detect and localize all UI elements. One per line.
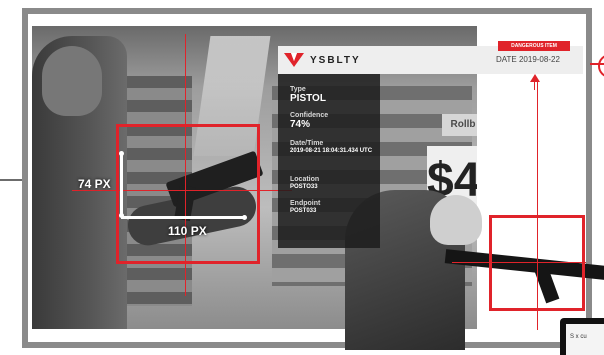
measure-dot-right: [242, 215, 247, 220]
field-location-value: POSTO33: [290, 184, 318, 190]
soldier-helmet: [430, 195, 482, 245]
detection-box-rifle[interactable]: [489, 215, 585, 311]
field-confidence-label: Confidence: [290, 112, 329, 119]
arrow-up-icon: [530, 74, 540, 82]
field-type: Type PISTOL: [290, 86, 326, 104]
v-logo-icon: [284, 53, 304, 67]
field-confidence-value: 74%: [290, 119, 311, 130]
field-location-label: Location: [290, 176, 320, 183]
callout-lead-line: [0, 179, 24, 181]
alert-tag[interactable]: DANGEROUS ITEM: [498, 41, 570, 51]
field-endpoint: Endpoint POST033: [290, 200, 320, 215]
width-measure-label: 110 PX: [168, 224, 207, 238]
header-date: DATE 2019-08-22: [496, 55, 560, 64]
measure-dot-top: [119, 151, 124, 156]
height-measure-line: [120, 154, 123, 216]
field-datetime-label: Date/Time: [290, 140, 324, 147]
field-endpoint-value: POST033: [290, 208, 317, 214]
field-datetime: Date/Time 2019-08-21 18:04:31.434 UTC: [290, 140, 374, 155]
field-endpoint-label: Endpoint: [290, 200, 321, 207]
height-measure-label: 74 PX: [78, 177, 111, 191]
field-datetime-value: 2019-08-21 18:04:31.434 UTC: [290, 148, 373, 154]
expand-circle-icon[interactable]: [598, 54, 604, 78]
field-location: Location POSTO33: [290, 176, 319, 191]
suspect-head: [42, 46, 102, 116]
brand-name: YSBLTY: [310, 54, 361, 66]
field-type-label: Type: [290, 86, 306, 93]
alert-connector-line: [534, 80, 535, 90]
field-confidence: Confidence 74%: [290, 112, 328, 130]
detection-box-pistol[interactable]: [116, 124, 260, 264]
field-type-value: PISTOL: [290, 93, 326, 104]
store-sign-label: Rollb: [442, 114, 477, 136]
laptop-screen-text: S x cu: [570, 334, 587, 340]
width-measure-line: [121, 216, 245, 219]
